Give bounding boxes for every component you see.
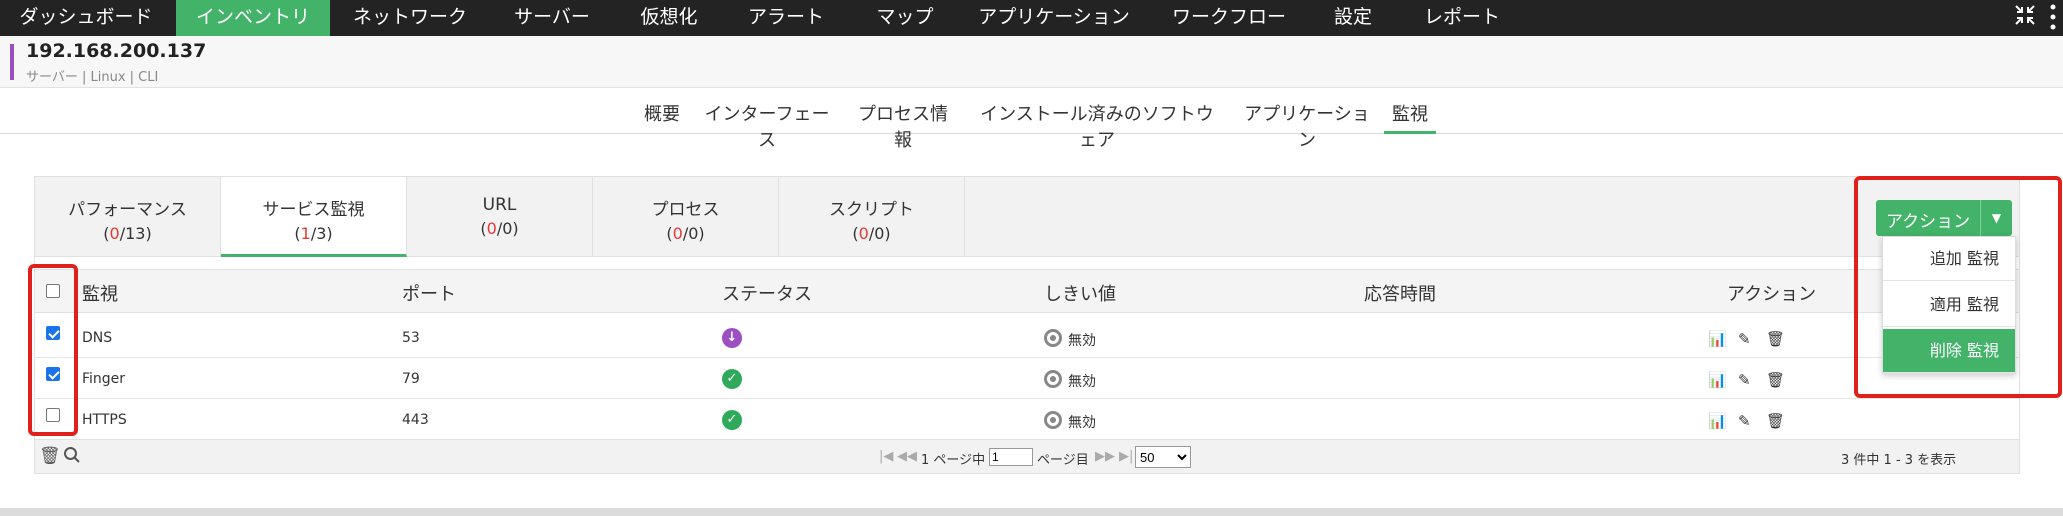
tab-overview[interactable]: 概要 [644,100,680,134]
delete-icon[interactable]: 🗑 [39,446,61,466]
page-prefix: 1 ページ中 [921,453,986,468]
mtab-service-monitor[interactable]: サービス監視 (1/3) [221,177,407,257]
mtab-script[interactable]: スクリプト (0/0) [779,177,965,257]
device-accent-bar [10,44,14,80]
device-subtabs: 概要 インターフェース プロセス情報 インストール済みのソフトウェア アプリケー… [0,88,2063,151]
nav-server[interactable]: サーバー [500,0,604,36]
threshold-disabled-icon [1044,329,1062,347]
nav-dashboard[interactable]: ダッシュボード [0,0,172,36]
status-down-icon: ↓ [722,328,742,348]
col-threshold[interactable]: しきい値 [1044,280,1116,306]
delete-icon[interactable]: 🗑 [1766,412,1785,430]
chart-icon[interactable]: 📊 [1708,330,1727,348]
mtab-process[interactable]: プロセス (0/0) [593,177,779,257]
nav-reports[interactable]: レポート [1412,0,1512,36]
table-header: 監視 ポート ステータス しきい値 応答時間 アクション [35,269,2019,313]
threshold-disabled-icon [1044,370,1062,388]
more-vertical-icon[interactable] [2048,2,2058,37]
col-action: アクション [1727,284,1817,305]
per-page-select[interactable]: 50 [1135,446,1191,468]
mtab-url[interactable]: URL (0/0) [407,177,593,257]
mtab-count: (1/3) [294,224,333,243]
nav-virtualization[interactable]: 仮想化 [624,0,714,36]
col-status[interactable]: ステータス [722,280,812,306]
edit-icon[interactable]: ✎ [1738,330,1751,348]
tab-process-info[interactable]: プロセス情報 [852,100,954,151]
search-icon[interactable] [63,446,81,469]
table-row: DNS 53 ↓ 無効 📊 ✎ 🗑 [35,318,2019,358]
mtab-label: URL [482,195,517,215]
nav-workflow[interactable]: ワークフロー [1164,0,1294,36]
delete-icon[interactable]: 🗑 [1766,330,1785,348]
mtab-performance[interactable]: パフォーマンス (0/13) [35,177,221,257]
record-summary: 3 件中 1 - 3 を表示 [1841,453,1957,468]
table-row: HTTPS 443 ✓ 無効 📊 ✎ 🗑 [35,400,2019,440]
threshold-value: 無効 [1068,374,1096,390]
page-suffix: ページ目 [1037,453,1089,468]
tab-interfaces[interactable]: インターフェース [700,100,834,151]
tab-applications[interactable]: アプリケーション [1240,100,1374,151]
nav-maps[interactable]: マップ [860,0,950,36]
first-page-icon[interactable]: |◀ [879,449,893,464]
port-value: 53 [402,330,420,346]
mtab-label: サービス監視 [262,200,365,220]
mtab-label: スクリプト [829,200,914,220]
mtab-label: パフォーマンス [68,200,187,220]
prev-page-icon[interactable]: ◀◀ [897,449,917,464]
status-up-icon: ✓ [722,410,742,430]
threshold-value: 無効 [1068,333,1096,349]
tab-installed-software[interactable]: インストール済みのソフトウェア [972,100,1222,151]
chart-icon[interactable]: 📊 [1708,412,1727,430]
edit-icon[interactable]: ✎ [1738,412,1751,430]
monitor-type-tabs: パフォーマンス (0/13) サービス監視 (1/3) URL (0/0) プロ… [35,177,2019,257]
port-value: 443 [402,412,429,428]
mtab-count: (0/0) [666,224,705,243]
monitoring-panel: パフォーマンス (0/13) サービス監視 (1/3) URL (0/0) プロ… [34,176,2020,474]
device-meta: サーバー | Linux | CLI [26,70,159,85]
next-page-icon[interactable]: ▶▶ [1095,449,1115,464]
status-up-icon: ✓ [722,369,742,389]
col-response-time[interactable]: 応答時間 [1364,280,1436,306]
edit-icon[interactable]: ✎ [1738,371,1751,389]
highlight-checkbox-column [28,264,78,436]
tab-monitoring[interactable]: 監視 [1384,100,1436,134]
threshold-value: 無効 [1068,415,1096,431]
chart-icon[interactable]: 📊 [1708,371,1727,389]
monitor-name[interactable]: DNS [82,330,112,346]
mtab-label: プロセス [651,200,720,220]
nav-inventory[interactable]: インベントリ [176,0,330,36]
col-port[interactable]: ポート [402,280,456,306]
nav-applications[interactable]: アプリケーション [976,0,1132,36]
mtab-count: (0/0) [852,224,891,243]
nav-settings[interactable]: 設定 [1318,0,1388,36]
top-nav: ダッシュボード インベントリ ネットワーク サーバー 仮想化 アラート マップ … [0,0,2063,36]
monitor-name[interactable]: Finger [82,371,125,387]
mtab-count: (0/0) [480,219,519,238]
port-value: 79 [402,371,420,387]
page-bottom-strip [0,508,2063,516]
mtab-count: (0/13) [103,224,152,243]
table-row: Finger 79 ✓ 無効 📊 ✎ 🗑 [35,359,2019,399]
device-ip: 192.168.200.137 [26,40,207,62]
collapse-icon[interactable] [2014,4,2036,31]
nav-alerts[interactable]: アラート [734,0,838,36]
highlight-action-menu [1854,176,2062,398]
nav-network[interactable]: ネットワーク [340,0,480,36]
page-number-input[interactable] [989,448,1033,466]
threshold-disabled-icon [1044,411,1062,429]
delete-icon[interactable]: 🗑 [1766,371,1785,389]
col-monitor[interactable]: 監視 [82,280,118,306]
device-header: 192.168.200.137 サーバー | Linux | CLI [0,36,2063,88]
table-footer: 🗑 |◀ ◀◀ 1 ページ中 ページ目 ▶▶ ▶| 50 3 件中 1 - 3 … [35,439,2019,473]
monitor-name[interactable]: HTTPS [82,412,127,428]
last-page-icon[interactable]: ▶| [1119,449,1133,464]
